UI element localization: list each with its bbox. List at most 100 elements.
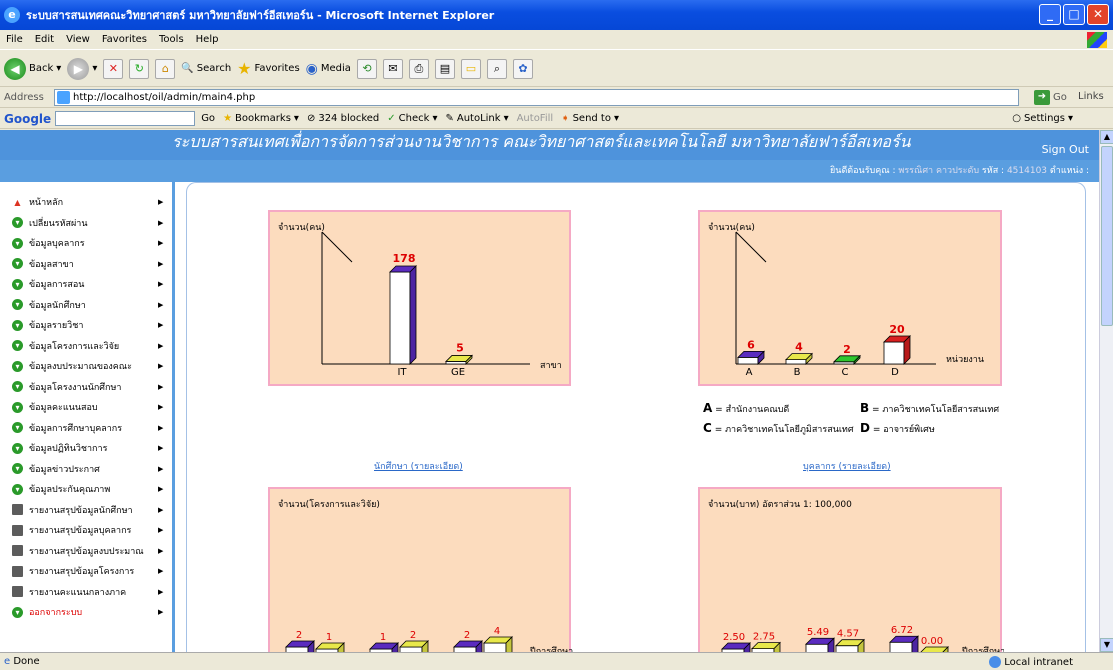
book-icon xyxy=(12,504,23,516)
menu-favorites[interactable]: Favorites xyxy=(102,34,147,45)
arrow-icon: ▾ xyxy=(12,299,23,311)
sidebar-item[interactable]: ▾ ข้อมูลการสอน ▶ xyxy=(0,274,172,295)
book-icon xyxy=(12,545,23,557)
vertical-scrollbar[interactable]: ▲ ▼ xyxy=(1099,130,1113,652)
axis-diagonal xyxy=(321,231,353,263)
settings-button[interactable]: ○ Settings ▾ xyxy=(1012,113,1073,124)
data-label: 4 xyxy=(795,341,803,354)
folder-icon[interactable]: ▭ xyxy=(460,58,481,79)
data-label: 6.72 xyxy=(891,625,913,636)
submenu-arrow-icon: ▶ xyxy=(158,587,164,596)
sidebar-item[interactable]: ▾ ข้อมูลบุคลากร ▶ xyxy=(0,233,172,254)
refresh-icon[interactable]: ↻ xyxy=(129,58,150,79)
sidebar-item-label: ข้อมูลรายวิชา xyxy=(29,321,84,332)
status-text: Done xyxy=(13,656,40,667)
history-icon[interactable]: ⟲ xyxy=(356,58,377,79)
sign-out-link[interactable]: Sign Out xyxy=(1042,138,1089,162)
tick-label: D xyxy=(891,367,899,378)
sidebar-item[interactable]: ▾ ออกจากระบบ ▶ xyxy=(0,602,172,623)
arrow-icon: ▾ xyxy=(12,340,23,352)
students-detail-link[interactable]: นักศึกษา (รายละเอียด) xyxy=(374,459,463,473)
data-label: 0.00 xyxy=(921,636,943,647)
submenu-arrow-icon: ▶ xyxy=(158,300,164,309)
scroll-up-icon[interactable]: ▲ xyxy=(1100,130,1113,144)
spellcheck-button[interactable]: ✓ Check ▾ xyxy=(387,113,437,124)
submenu-arrow-icon: ▶ xyxy=(158,280,164,289)
favorites-button[interactable]: ★ Favorites xyxy=(237,59,300,78)
sidebar-item[interactable]: ▾ ข้อมูลงบประมาณของคณะ ▶ xyxy=(0,356,172,377)
sidebar-item-label: ข้อมูลการสอน xyxy=(29,280,85,291)
sidebar-item[interactable]: ▾ ข้อมูลการศึกษาบุคลากร ▶ xyxy=(0,418,172,439)
book-icon xyxy=(12,586,23,598)
arrow-icon: ▾ xyxy=(12,463,23,475)
sidebar-item[interactable]: รายงานคะแนนกลางภาค ▶ xyxy=(0,582,172,603)
sidebar-item[interactable]: รายงานสรุปข้อมูลนักศึกษา ▶ xyxy=(0,500,172,521)
data-label: 2 xyxy=(410,630,416,641)
submenu-arrow-icon: ▶ xyxy=(158,239,164,248)
sidebar-item[interactable]: ▾ เปลี่ยนรหัสผ่าน ▶ xyxy=(0,213,172,234)
sidebar-item[interactable]: ▲ หน้าหลัก ▶ xyxy=(0,192,172,213)
sidebar-item-label: ออกจากระบบ xyxy=(29,608,83,619)
print-icon[interactable]: ⎙ xyxy=(408,58,429,79)
sidebar-item[interactable]: ▾ ข้อมูลโครงงานนักศึกษา ▶ xyxy=(0,377,172,398)
sidebar-item[interactable]: รายงานสรุปข้อมูลโครงการ ▶ xyxy=(0,561,172,582)
menu-help[interactable]: Help xyxy=(196,34,219,45)
submenu-arrow-icon: ▶ xyxy=(158,403,164,412)
stop-icon[interactable]: ✕ xyxy=(103,58,124,79)
menu-tools[interactable]: Tools xyxy=(159,34,184,45)
autolink-button[interactable]: ✎ AutoLink ▾ xyxy=(445,113,508,124)
sidebar-item[interactable]: รายงานสรุปข้อมูลงบประมาณ ▶ xyxy=(0,541,172,562)
minimize-button[interactable]: _ xyxy=(1039,4,1061,25)
tick-label: B xyxy=(794,367,801,378)
sidebar-item[interactable]: ▾ ข้อมูลสาขา ▶ xyxy=(0,254,172,275)
sendto-button[interactable]: ➧ Send to ▾ xyxy=(561,113,619,124)
menu-view[interactable]: View xyxy=(66,34,90,45)
forward-button[interactable]: ▶ ▾ xyxy=(67,57,97,80)
google-search-input[interactable] xyxy=(55,111,196,126)
sidebar-item[interactable]: ▾ ข้อมูลปฏิทินวิชาการ ▶ xyxy=(0,438,172,459)
google-go-button[interactable]: Go xyxy=(201,113,215,124)
sidebar-item[interactable]: ▾ ข้อมูลประกันคุณภาพ ▶ xyxy=(0,479,172,500)
home-icon[interactable]: ⌂ xyxy=(155,58,176,79)
back-button[interactable]: ◀ Back ▾ xyxy=(4,57,61,80)
research-icon[interactable]: ⌕ xyxy=(486,58,507,79)
maximize-button[interactable]: □ xyxy=(1063,4,1085,25)
media-button[interactable]: ◉ Media xyxy=(306,61,351,77)
user-name: พรรณิศา คาวประดับ xyxy=(898,166,980,176)
submenu-arrow-icon: ▶ xyxy=(158,218,164,227)
sidebar-item[interactable]: ▾ ข้อมูลคะแนนสอบ ▶ xyxy=(0,397,172,418)
links-button[interactable]: Links xyxy=(1078,91,1104,102)
autofill-button[interactable]: AutoFill xyxy=(517,113,554,124)
windows-logo-icon xyxy=(1087,32,1107,48)
user-code: 4514103 xyxy=(1006,166,1048,176)
staff-detail-link[interactable]: บุคลากร (รายละเอียด) xyxy=(803,459,891,473)
sidebar-item-label: ข้อมูลข่าวประกาศ xyxy=(29,464,100,475)
edit-icon[interactable]: ▤ xyxy=(434,58,455,79)
scroll-down-icon[interactable]: ▼ xyxy=(1100,638,1113,652)
address-input[interactable]: http://localhost/oil/admin/main4.php xyxy=(54,89,1019,106)
sidebar-item[interactable]: ▾ ข้อมูลรายวิชา ▶ xyxy=(0,315,172,336)
sidebar-item[interactable]: ▾ ข้อมูลโครงการและวิจัย ▶ xyxy=(0,336,172,357)
star-icon: ★ xyxy=(223,113,233,124)
data-label: 1 xyxy=(380,632,386,643)
mail-icon[interactable]: ✉ xyxy=(382,58,403,79)
data-label: 2.50 xyxy=(723,632,745,643)
data-label: 5.49 xyxy=(807,627,829,638)
close-button[interactable]: ✕ xyxy=(1087,4,1109,25)
menu-edit[interactable]: Edit xyxy=(35,34,54,45)
sidebar-item[interactable]: รายงานสรุปข้อมูลบุคลากร ▶ xyxy=(0,520,172,541)
menu-file[interactable]: File xyxy=(6,34,23,45)
sidebar-item[interactable]: ▾ ข้อมูลข่าวประกาศ ▶ xyxy=(0,459,172,480)
legend-d: D = อาจารย์พิเศษ xyxy=(860,421,935,435)
welcome-bar: ยินดีต้อนรับคุณ : พรรณิศา คาวประดับ รหัส… xyxy=(0,160,1099,182)
popup-blocked-button[interactable]: ⊘ 324 blocked xyxy=(307,113,379,124)
bookmarks-button[interactable]: ★ Bookmarks ▾ xyxy=(223,113,299,124)
address-bar: Address http://localhost/oil/admin/main4… xyxy=(0,88,1113,108)
sidebar-item-label: รายงานคะแนนกลางภาค xyxy=(29,587,127,598)
messenger-icon[interactable]: ✿ xyxy=(512,58,533,79)
sidebar-item[interactable]: ▾ ข้อมูลนักศึกษา ▶ xyxy=(0,295,172,316)
go-button[interactable]: ➜ Go xyxy=(1034,90,1067,105)
scroll-thumb[interactable] xyxy=(1101,146,1113,326)
search-button[interactable]: 🔍 Search xyxy=(181,63,231,74)
sidebar-item-label: รายงานสรุปข้อมูลโครงการ xyxy=(29,567,135,578)
